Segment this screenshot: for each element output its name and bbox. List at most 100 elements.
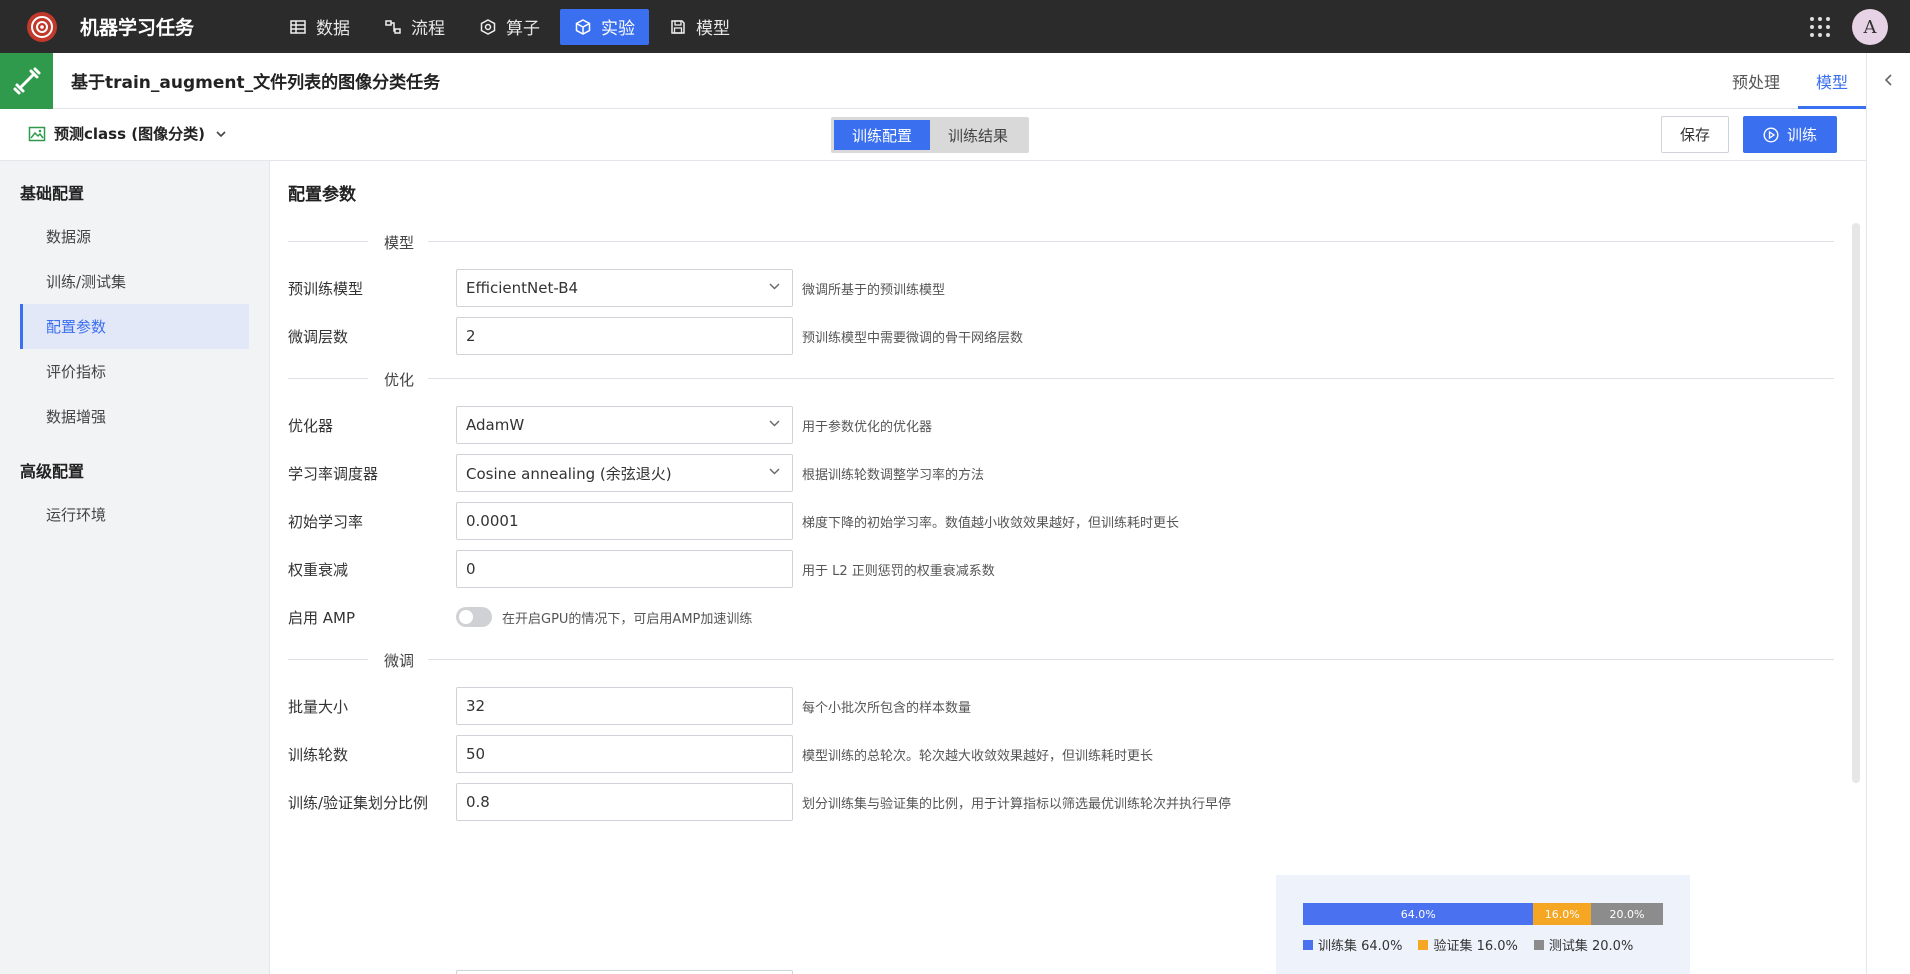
- field-hint: 根据训练轮数调整学习率的方法: [802, 467, 985, 483]
- nav-label: 数据: [316, 19, 350, 39]
- field-row-epochs: 训练轮数 50 模型训练的总轮次。轮次越大收敛效果越好，但训练耗时更长: [288, 735, 1153, 773]
- epochs-input[interactable]: 50: [456, 735, 793, 773]
- train-button-label: 训练: [1786, 126, 1817, 144]
- legend-item-0: 训练集 64.0%: [1303, 935, 1402, 954]
- chevron-down-icon: [215, 130, 227, 138]
- field-row-pretrained: 预训练模型 EfficientNet-B4 微调所基于的预训练模型: [288, 269, 945, 307]
- section-model: 模型: [288, 232, 1834, 252]
- tab-train-result[interactable]: 训练结果: [930, 120, 1026, 150]
- task-title: 基于train_augment_文件列表的图像分类任务: [71, 73, 441, 93]
- nav-item-operator[interactable]: 算子: [465, 9, 554, 45]
- field-hint: 在开启GPU的情况下，可启用AMP加速训练: [502, 611, 753, 627]
- nav-item-experiment[interactable]: 实验: [560, 8, 649, 45]
- chevron-down-icon: [769, 420, 780, 427]
- field-hint: 每个小批次所包含的样本数量: [802, 700, 972, 716]
- section-label: 模型: [383, 234, 414, 252]
- page-title: 配置参数: [288, 185, 356, 205]
- field-row-scheduler: 学习率调度器 Cosine annealing (余弦退火) 根据训练轮数调整学…: [288, 454, 984, 492]
- sidebar-item-datasource[interactable]: 数据源: [20, 214, 249, 259]
- legend-item-1: 验证集 16.0%: [1418, 935, 1518, 954]
- cube-icon: [574, 18, 592, 36]
- app-logo-icon[interactable]: [22, 7, 62, 47]
- next-field-input[interactable]: [456, 970, 793, 974]
- chevron-left-icon: [1883, 73, 1895, 974]
- sidebar-item-metrics[interactable]: 评价指标: [20, 349, 249, 394]
- dataset-split-bar: 64.0% 16.0% 20.0%: [1303, 903, 1663, 925]
- nav-item-data[interactable]: 数据: [275, 9, 364, 45]
- section-optimization: 优化: [288, 369, 1834, 389]
- field-label: 训练轮数: [288, 745, 349, 764]
- sidebar-item-config-params[interactable]: 配置参数: [20, 304, 249, 349]
- model-selector[interactable]: 预测class (图像分类): [28, 123, 227, 144]
- save-button[interactable]: 保存: [1661, 116, 1729, 153]
- split-segment-2: 20.0%: [1590, 903, 1663, 925]
- sidebar-item-augmentation[interactable]: 数据增强: [20, 394, 249, 439]
- main-scrollbar[interactable]: [1852, 223, 1860, 783]
- split-ratio-input[interactable]: 0.8: [456, 783, 793, 821]
- collapse-panel-button[interactable]: [1866, 53, 1910, 974]
- legend-label: 测试集 20.0%: [1548, 939, 1634, 954]
- weight-decay-input[interactable]: 0: [456, 550, 793, 588]
- nav-label: 实验: [601, 19, 635, 39]
- field-label: 预训练模型: [288, 279, 364, 298]
- operator-icon: [479, 18, 497, 36]
- amp-toggle[interactable]: [456, 607, 492, 627]
- pretrained-model-select[interactable]: EfficientNet-B4: [456, 269, 793, 307]
- field-label: 启用 AMP: [288, 608, 356, 627]
- batch-size-input[interactable]: 32: [456, 687, 793, 725]
- dumbbell-icon: [0, 52, 53, 109]
- field-row-optimizer: 优化器 AdamW 用于参数优化的优化器: [288, 406, 932, 444]
- play-circle-icon: [1763, 126, 1779, 143]
- main-nav: 数据 流程 算子 实验 模型: [275, 0, 750, 53]
- field-row-ft-layers: 微调层数 2 预训练模型中需要微调的骨干网络层数: [288, 317, 1023, 355]
- field-row-amp: 启用 AMP 在开启GPU的情况下，可启用AMP加速训练: [288, 598, 752, 636]
- lr-scheduler-select[interactable]: Cosine annealing (余弦退火): [456, 454, 793, 492]
- config-panel: 配置参数 模型 预训练模型 EfficientNet-B4 微调所基于的预训练模…: [271, 161, 1866, 974]
- field-label: 学习率调度器: [288, 464, 379, 483]
- legend-label: 验证集 16.0%: [1433, 939, 1518, 954]
- task-header: 基于train_augment_文件列表的图像分类任务 预处理 模型: [0, 52, 1866, 109]
- image-classification-icon: [28, 125, 46, 143]
- field-hint: 微调所基于的预训练模型: [802, 282, 946, 298]
- select-value: AdamW: [466, 416, 525, 434]
- field-hint: 用于 L2 正则惩罚的权重衰减系数: [802, 563, 995, 579]
- field-hint: 模型训练的总轮次。轮次越大收敛效果越好，但训练耗时更长: [802, 748, 1154, 764]
- apps-grid-icon[interactable]: [1808, 15, 1832, 39]
- nav-item-flow[interactable]: 流程: [370, 9, 459, 45]
- tab-train-config[interactable]: 训练配置: [834, 120, 931, 150]
- chevron-down-icon: [769, 283, 780, 290]
- field-row-split: 训练/验证集划分比例 0.8 划分训练集与验证集的比例，用于计算指标以筛选最优训…: [288, 783, 1231, 821]
- field-label: 微调层数: [288, 327, 349, 346]
- finetune-layers-input[interactable]: 2: [456, 317, 793, 355]
- field-hint: 预训练模型中需要微调的骨干网络层数: [802, 330, 1024, 346]
- field-row-weight-decay: 权重衰减 0 用于 L2 正则惩罚的权重衰减系数: [288, 550, 995, 588]
- dataset-split-card: 64.0% 16.0% 20.0% 训练集 64.0% 验证集 16.0% 测试集 20…: [1276, 875, 1690, 974]
- sidebar-item-runtime[interactable]: 运行环境: [20, 492, 249, 537]
- sidebar-item-train-test[interactable]: 训练/测试集: [20, 259, 249, 304]
- nav-item-model[interactable]: 模型: [655, 9, 744, 45]
- section-finetune: 微调: [288, 650, 1834, 670]
- optimizer-select[interactable]: AdamW: [456, 406, 793, 444]
- table-icon: [289, 18, 307, 36]
- toolbar: 预测class (图像分类) 训练配置 训练结果 保存 训练: [0, 109, 1866, 161]
- section-label: 微调: [383, 652, 414, 670]
- top-nav-bar: 机器学习任务 数据 流程 算子 实验 模型 A: [0, 0, 1910, 53]
- legend-item-2: 测试集 20.0%: [1533, 935, 1634, 954]
- field-row-batch: 批量大小 32 每个小批次所包含的样本数量: [288, 687, 971, 725]
- field-hint: 梯度下降的初始学习率。数值越小收敛效果越好，但训练耗时更长: [802, 515, 1180, 531]
- learning-rate-input[interactable]: 0.0001: [456, 502, 793, 540]
- legend-swatch: [1303, 939, 1313, 950]
- train-button[interactable]: 训练: [1743, 116, 1837, 153]
- select-value: EfficientNet-B4: [466, 279, 579, 297]
- tab-preprocess[interactable]: 预处理: [1714, 53, 1798, 109]
- save-icon: [669, 18, 687, 36]
- legend-swatch: [1418, 939, 1429, 950]
- field-hint: 用于参数优化的优化器: [802, 419, 933, 435]
- tab-model[interactable]: 模型: [1797, 53, 1866, 109]
- field-label: 权重衰减: [288, 560, 349, 579]
- split-segment-1: 16.0%: [1533, 903, 1591, 925]
- field-label: 训练/验证集划分比例: [288, 793, 429, 812]
- user-avatar[interactable]: A: [1852, 9, 1888, 45]
- split-segment-0: 64.0%: [1303, 903, 1534, 925]
- legend-swatch: [1533, 939, 1544, 950]
